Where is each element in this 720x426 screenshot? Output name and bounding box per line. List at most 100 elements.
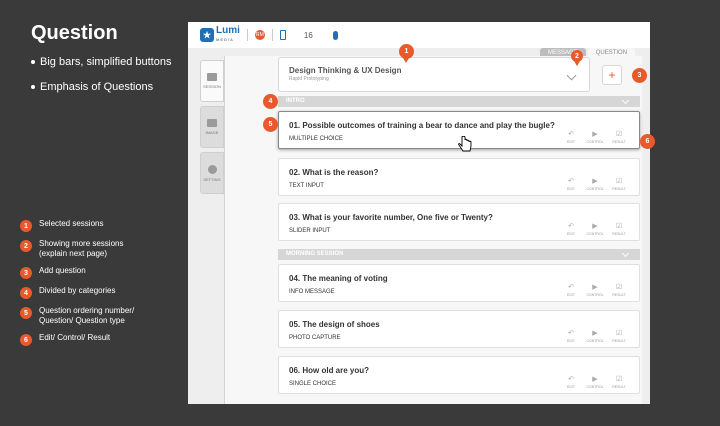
reply-icon: ↶: [568, 131, 574, 138]
category-label: INTRO: [286, 98, 305, 104]
sidetab-setting[interactable]: SETTING: [200, 152, 224, 194]
divider: [271, 29, 273, 41]
play-icon: ▶: [592, 284, 598, 291]
bullet-item: Big bars, simplified buttons: [31, 56, 171, 68]
sidetab-image[interactable]: IMAGE: [200, 106, 224, 148]
side-tabs: SESSION IMAGE SETTING: [200, 60, 224, 198]
checkbox-icon: ☑: [615, 131, 623, 138]
question-type: TEXT INPUT: [289, 183, 324, 189]
question-card[interactable]: 04. The meaning of voting INFO MESSAGE ↶…: [278, 264, 640, 302]
result-button[interactable]: ☑ RESULT: [607, 330, 631, 343]
reply-icon: ↶: [568, 284, 574, 291]
annotation-marker-3: 3: [632, 68, 647, 83]
control-button[interactable]: ▶ CONTROL: [583, 178, 607, 191]
phone-icon[interactable]: [279, 30, 286, 40]
edit-button[interactable]: ↶ EDIT: [559, 223, 583, 236]
control-button[interactable]: ▶ CONTROL: [583, 131, 607, 144]
divider: [320, 29, 326, 41]
question-type: MULTIPLE CHOICE: [289, 136, 343, 142]
bullet-list: Big bars, simplified buttons Emphasis of…: [31, 56, 171, 106]
legend-text: Divided by categories: [39, 286, 116, 295]
edit-button[interactable]: ↶ EDIT: [559, 284, 583, 297]
annotation-marker-5: 5: [263, 117, 278, 132]
legend-number: 4: [20, 287, 32, 299]
logo-icon: ★: [200, 28, 214, 42]
question-actions: ↶ EDIT ▶ CONTROL ☑ RESULT: [559, 178, 631, 191]
question-type: SLIDER INPUT: [289, 228, 331, 234]
question-card[interactable]: 06. How old are you? SINGLE CHOICE ↶ EDIT…: [278, 356, 640, 394]
session-selector[interactable]: Design Thinking & UX Design Rapid Protot…: [278, 57, 590, 92]
checkbox-icon: ☑: [615, 284, 623, 291]
result-button[interactable]: ☑ RESULT: [607, 284, 631, 297]
chevron-down-icon: [621, 249, 630, 258]
annotation-marker-1: 1: [399, 44, 414, 59]
category-header-morning[interactable]: MORNING SESSION: [278, 249, 640, 260]
legend-number: 1: [20, 220, 32, 232]
control-button[interactable]: ▶ CONTROL: [583, 284, 607, 297]
question-type: SINGLE CHOICE: [289, 381, 337, 387]
question-card[interactable]: 02. What is the reason? TEXT INPUT ↶ EDIT…: [278, 158, 640, 196]
legend: 1 Selected sessions 2 Showing more session…: [20, 219, 180, 353]
category-header-intro[interactable]: INTRO: [278, 96, 640, 107]
question-title: 04. The meaning of voting: [289, 274, 388, 283]
play-icon: ▶: [592, 178, 598, 185]
legend-row: 6 Edit/ Control/ Result: [20, 333, 180, 346]
category-label: MORNING SESSION: [286, 251, 344, 257]
legend-text: Showing more sessions (explain next page…: [39, 239, 124, 258]
legend-row: 3 Add question: [20, 266, 180, 279]
question-type: INFO MESSAGE: [289, 289, 335, 295]
marker-pin: [574, 61, 580, 66]
result-button[interactable]: ☑ RESULT: [607, 376, 631, 389]
question-title: 03. What is your favorite number, One fi…: [289, 213, 493, 222]
result-button[interactable]: ☑ RESULT: [607, 178, 631, 191]
play-icon: ▶: [592, 223, 598, 230]
question-card[interactable]: 03. What is your favorite number, One fi…: [278, 203, 640, 241]
app-window: ★ Lumi MEDIA RM 16 MESSAGE QUESTION SESSI…: [188, 22, 650, 404]
microphone-icon[interactable]: [332, 30, 338, 40]
reply-icon: ↶: [568, 330, 574, 337]
result-button[interactable]: ☑ RESULT: [607, 131, 631, 144]
question-type: PHOTO CAPTURE: [289, 335, 341, 341]
lumi-logo: ★ Lumi MEDIA: [200, 26, 240, 44]
question-actions: ↶ EDIT ▶ CONTROL ☑ RESULT: [559, 284, 631, 297]
question-title: 05. The design of shoes: [289, 320, 380, 329]
question-card[interactable]: 05. The design of shoes PHOTO CAPTURE ↶ E…: [278, 310, 640, 348]
legend-row: 4 Divided by categories: [20, 286, 180, 299]
legend-number: 6: [20, 334, 32, 346]
divider: [293, 29, 297, 41]
play-icon: ▶: [592, 376, 598, 383]
reply-icon: ↶: [568, 376, 574, 383]
control-button[interactable]: ▶ CONTROL: [583, 223, 607, 236]
bullet-item: Emphasis of Questions: [31, 81, 171, 93]
edit-button[interactable]: ↶ EDIT: [559, 376, 583, 389]
edit-button[interactable]: ↶ EDIT: [559, 131, 583, 144]
add-question-button[interactable]: +: [602, 65, 622, 85]
edit-button[interactable]: ↶ EDIT: [559, 330, 583, 343]
question-actions: ↶ EDIT ▶ CONTROL ☑ RESULT: [559, 330, 631, 343]
sidetab-label: SETTING: [203, 176, 221, 182]
control-button[interactable]: ▶ CONTROL: [583, 376, 607, 389]
camera-icon: [207, 119, 217, 127]
annotation-marker-4: 4: [263, 94, 278, 109]
user-badge-icon[interactable]: RM: [254, 30, 265, 40]
logo-subtext: MEDIA: [216, 37, 234, 42]
session-subtitle: Rapid Prototyping: [289, 76, 329, 82]
reply-icon: ↶: [568, 178, 574, 185]
legend-number: 3: [20, 267, 32, 279]
question-actions: ↶ EDIT ▶ CONTROL ☑ RESULT: [559, 223, 631, 236]
result-button[interactable]: ☑ RESULT: [607, 223, 631, 236]
question-title: 01. Possible outcomes of training a bear…: [289, 121, 555, 130]
legend-row: 5 Question ordering number/ Question/ Que…: [20, 306, 180, 326]
legend-number: 5: [20, 307, 32, 319]
session-title: Design Thinking & UX Design: [289, 66, 402, 75]
gear-icon: [207, 164, 217, 174]
checkbox-icon: ☑: [615, 330, 623, 337]
folder-icon: [207, 73, 217, 81]
play-icon: ▶: [592, 330, 598, 337]
control-button[interactable]: ▶ CONTROL: [583, 330, 607, 343]
sidetab-session[interactable]: SESSION: [200, 60, 224, 102]
checkbox-icon: ☑: [615, 376, 623, 383]
chevron-down-icon: [621, 96, 630, 105]
legend-text: Selected sessions: [39, 219, 104, 228]
edit-button[interactable]: ↶ EDIT: [559, 178, 583, 191]
